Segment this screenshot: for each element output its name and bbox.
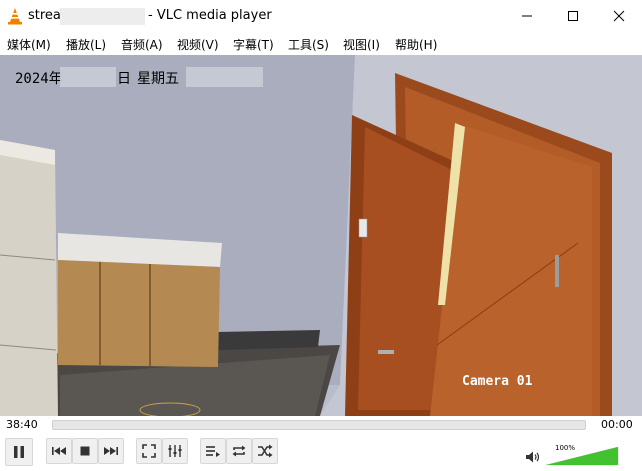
redacted-time	[186, 67, 263, 87]
menu-tools[interactable]: 工具(S)	[288, 33, 329, 53]
maximize-button[interactable]	[550, 0, 596, 32]
video-frame	[0, 55, 642, 416]
total-time[interactable]: 00:00	[601, 418, 633, 431]
close-icon	[613, 10, 625, 22]
seek-slider[interactable]	[52, 420, 586, 430]
menu-media[interactable]: 媒体(M)	[7, 33, 51, 53]
maximize-icon	[568, 11, 578, 21]
osd-weekday: 星期五	[137, 71, 179, 87]
playback-controls: 100%	[0, 434, 642, 471]
speaker-icon[interactable]	[525, 450, 541, 464]
menu-bar: 媒体(M) 播放(L) 音频(A) 视频(V) 字幕(T) 工具(S) 视图(I…	[0, 33, 642, 55]
vlc-window: strea - VLC media player 媒体(M) 播放(L) 音频(…	[0, 0, 642, 471]
redacted-month-day	[60, 67, 116, 87]
next-button[interactable]	[98, 438, 124, 464]
minimize-button[interactable]	[504, 0, 550, 32]
skip-next-icon	[104, 447, 118, 455]
previous-button[interactable]	[46, 438, 72, 464]
menu-audio[interactable]: 音频(A)	[121, 33, 163, 53]
redacted-title	[60, 8, 145, 25]
menu-subtitle[interactable]: 字幕(T)	[233, 33, 274, 53]
menu-playback[interactable]: 播放(L)	[66, 33, 106, 53]
osd-date-prefix: 2024年	[15, 71, 63, 87]
minimize-icon	[522, 15, 532, 17]
fullscreen-icon	[142, 444, 156, 458]
elapsed-time[interactable]: 38:40	[6, 418, 38, 431]
close-button[interactable]	[596, 0, 642, 32]
stop-button[interactable]	[72, 438, 98, 464]
extended-settings-button[interactable]	[162, 438, 188, 464]
loop-icon	[232, 445, 246, 457]
seek-row: 38:40 00:00	[0, 416, 642, 434]
shuffle-button[interactable]	[252, 438, 278, 464]
osd-camera-label: Camera 01	[462, 374, 533, 389]
video-display[interactable]: 2024年 日 星期五 Camera 01	[0, 55, 642, 416]
title-bar[interactable]: strea - VLC media player	[0, 0, 642, 32]
vlc-cone-icon	[8, 8, 22, 25]
stop-icon	[80, 446, 90, 456]
loop-button[interactable]	[226, 438, 252, 464]
shuffle-icon	[258, 444, 273, 458]
menu-video[interactable]: 视频(V)	[177, 33, 219, 53]
fullscreen-button[interactable]	[136, 438, 162, 464]
menu-view[interactable]: 视图(I)	[343, 33, 380, 53]
osd-day-suffix: 日	[117, 71, 131, 87]
skip-previous-icon	[52, 447, 66, 455]
menu-help[interactable]: 帮助(H)	[395, 33, 437, 53]
window-title-prefix: strea	[28, 8, 61, 23]
playlist-button[interactable]	[200, 438, 226, 464]
playlist-icon	[206, 446, 220, 457]
pause-button[interactable]	[5, 438, 33, 466]
pause-icon	[14, 446, 24, 458]
volume-label: 100%	[555, 444, 576, 452]
equalizer-icon	[168, 445, 182, 457]
window-title-suffix: - VLC media player	[148, 8, 272, 23]
